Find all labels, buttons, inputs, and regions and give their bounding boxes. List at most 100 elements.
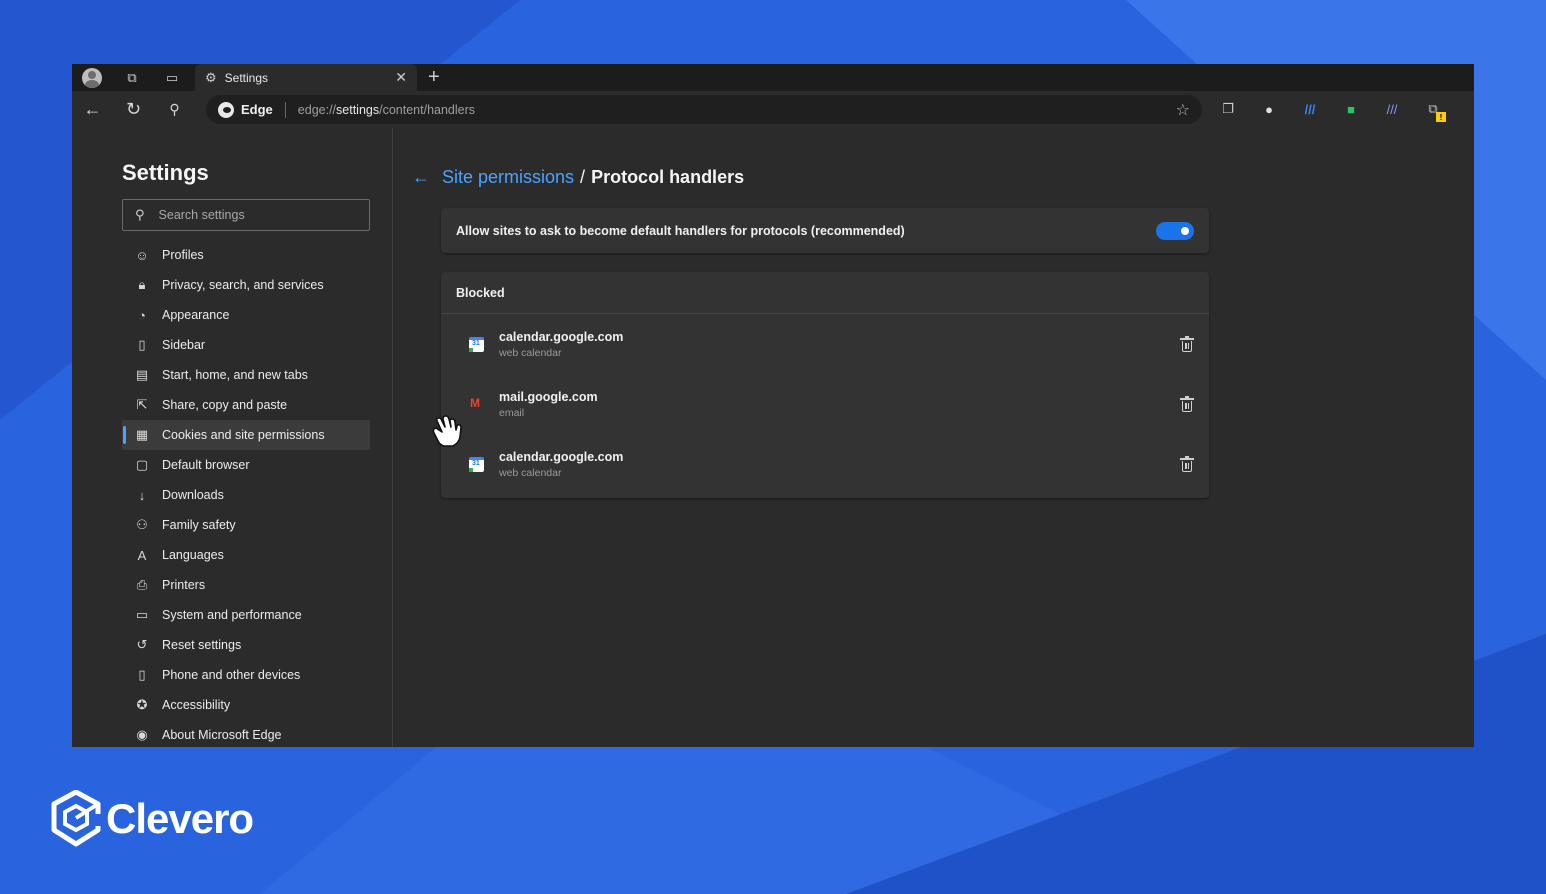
tab-bar: ⧉ ▭ ⚙ Settings ✕ + — [72, 64, 1474, 91]
extension-icon[interactable]: /// — [1382, 99, 1402, 119]
edge-icon: ◉ — [136, 727, 148, 742]
share-icon: ⇱ — [136, 397, 148, 412]
sidebar-item-languages[interactable]: A Languages — [122, 540, 370, 570]
extension-icon[interactable]: ⧉! — [1423, 99, 1446, 122]
sidebar-item-system-and-performance[interactable]: ▭ System and performance — [122, 600, 370, 630]
sidebar-item-cookies-and-site-permissions[interactable]: ▦ Cookies and site permissions — [122, 420, 370, 450]
sidebar-item-label: Family safety — [162, 518, 236, 532]
sidebar-item-accessibility[interactable]: ✪ Accessibility — [122, 690, 370, 720]
omnibox-brand: Edge — [241, 102, 273, 117]
settings-content: Settings ⚲ Search settings ☺ Profiles 🔒︎ Pr… — [72, 128, 1474, 747]
back-icon[interactable]: ← — [72, 91, 113, 128]
blocked-list: calendar.google.com web calendar mail.goog… — [441, 314, 1209, 494]
sidebar-icon: ▯ — [138, 337, 146, 352]
allow-handlers-card: Allow sites to ask to become default han… — [441, 208, 1209, 253]
download-icon: ↓ — [138, 487, 146, 503]
trash-icon[interactable] — [1180, 455, 1194, 472]
allow-handlers-toggle[interactable] — [1156, 221, 1194, 240]
extension-icon[interactable]: /// — [1300, 99, 1320, 119]
sidebar-item-start-home-and-new-tabs[interactable]: ▤ Start, home, and new tabs — [122, 360, 370, 390]
toolbar: ← ↻ ⚲ Edge edge://settings/content/handl… — [72, 91, 1474, 128]
hand-cursor-icon — [432, 415, 462, 447]
tab-title: Settings — [224, 70, 269, 85]
tab-settings[interactable]: ⚙ Settings ✕ — [195, 64, 417, 91]
browser-icon: ▢ — [135, 457, 149, 472]
site-name: calendar.google.com — [499, 449, 624, 464]
sidebar-item-label: Languages — [162, 548, 224, 562]
sidebar-item-label: Default browser — [162, 458, 250, 472]
sidebar-item-label: Downloads — [162, 488, 224, 502]
browser-window: ⧉ ▭ ⚙ Settings ✕ + ← ↻ ⚲ Edge edge://set… — [72, 64, 1474, 747]
site-description: web calendar — [499, 346, 562, 359]
sidebar-item-privacy-search-and-services[interactable]: 🔒︎ Privacy, search, and services — [122, 270, 370, 300]
settings-sidebar: Settings ⚲ Search settings ☺ Profiles 🔒︎ Pr… — [72, 128, 393, 747]
search-icon: ⚲ — [135, 207, 145, 222]
reset-icon: ↺ — [136, 637, 148, 652]
sidebar-item-profiles[interactable]: ☺ Profiles — [122, 240, 370, 270]
profile-icon: ☺ — [135, 247, 149, 263]
trash-icon[interactable] — [1180, 395, 1194, 412]
printer-icon: ⎙ — [136, 577, 148, 592]
site-name: mail.google.com — [499, 389, 598, 404]
collections-icon[interactable]: ❐ — [1218, 99, 1238, 119]
warning-badge-icon: ! — [1436, 112, 1446, 122]
gear-icon: ⚙ — [205, 69, 217, 85]
sidebar-item-about-microsoft-edge[interactable]: ◉ About Microsoft Edge — [122, 720, 370, 747]
sidebar-item-appearance[interactable]: ◔ Appearance — [122, 300, 370, 330]
blocked-site-row: mail.google.com email — [441, 374, 1209, 434]
sidebar-item-printers[interactable]: ⎙ Printers — [122, 570, 370, 600]
trash-icon[interactable] — [1180, 335, 1194, 352]
settings-nav: ☺ Profiles 🔒︎ Privacy, search, and services… — [122, 240, 370, 747]
google-calendar-icon — [469, 336, 484, 352]
phone-icon: ▯ — [138, 667, 146, 682]
extensions-row: ❐ ● /// ■ /// ⧉! — [1218, 99, 1446, 122]
favorite-star-icon[interactable]: ☆ — [1176, 100, 1190, 120]
blocked-header: Blocked — [441, 272, 1209, 314]
lock-icon: 🔒︎ — [138, 277, 146, 292]
extension-icon[interactable]: ● — [1259, 99, 1279, 119]
back-arrow-icon[interactable]: ← — [412, 167, 430, 188]
sidebar-item-label: Accessibility — [162, 698, 231, 712]
brand-name: Clevero — [106, 795, 254, 842]
page-title: Protocol handlers — [591, 167, 745, 187]
accessibility-icon: ✪ — [136, 697, 148, 712]
sidebar-item-phone-and-other-devices[interactable]: ▯ Phone and other devices — [122, 660, 370, 690]
allow-handlers-label: Allow sites to ask to become default han… — [456, 223, 905, 238]
sidebar-item-share-copy-and-paste[interactable]: ⇱ Share, copy and paste — [122, 390, 370, 420]
tab-actions-icon[interactable]: ▭ — [152, 64, 192, 91]
breadcrumb-parent-link[interactable]: Site permissions — [442, 167, 574, 188]
edge-icon — [218, 101, 234, 118]
search-settings-input[interactable]: ⚲ Search settings — [122, 199, 370, 231]
url-text[interactable]: edge://settings/content/handlers — [298, 103, 475, 117]
search-icon[interactable]: ⚲ — [154, 91, 195, 128]
sidebar-item-default-browser[interactable]: ▢ Default browser — [122, 450, 370, 480]
workspaces-icon[interactable]: ⧉ — [112, 64, 152, 91]
blocked-list-card: Blocked calendar.google.com web calendar m… — [441, 272, 1209, 498]
sidebar-item-label: System and performance — [162, 608, 302, 622]
settings-title: Settings — [122, 160, 209, 185]
sidebar-item-label: Reset settings — [162, 638, 242, 652]
sidebar-item-family-safety[interactable]: ⚇ Family safety — [122, 510, 370, 540]
sidebar-item-reset-settings[interactable]: ↺ Reset settings — [122, 630, 370, 660]
close-tab-icon[interactable]: ✕ — [395, 69, 407, 86]
sidebar-item-sidebar[interactable]: ▯ Sidebar — [122, 330, 370, 360]
sidebar-item-label: Sidebar — [162, 338, 206, 352]
palette-icon: ◔ — [138, 307, 146, 323]
sidebar-item-label: Printers — [162, 578, 206, 592]
sidebar-item-label: Share, copy and paste — [162, 398, 288, 412]
profile-avatar-button[interactable] — [72, 64, 112, 91]
sidebar-item-label: Profiles — [162, 248, 204, 262]
new-tab-button[interactable]: + — [428, 64, 440, 91]
gmail-icon — [469, 396, 484, 412]
family-icon: ⚇ — [136, 517, 148, 532]
refresh-icon[interactable]: ↻ — [113, 91, 154, 128]
blocked-site-row: calendar.google.com web calendar — [441, 314, 1209, 374]
address-bar[interactable]: Edge edge://settings/content/handlers ☆ — [206, 95, 1202, 124]
site-description: web calendar — [499, 466, 562, 479]
cookie-icon: ▦ — [135, 427, 149, 442]
sidebar-item-downloads[interactable]: ↓ Downloads — [122, 480, 370, 510]
home-icon: ▤ — [135, 367, 149, 382]
extension-icon[interactable]: ■ — [1341, 99, 1361, 119]
breadcrumb: ← Site permissions / Protocol handlers — [412, 167, 744, 188]
google-calendar-icon — [469, 456, 484, 472]
